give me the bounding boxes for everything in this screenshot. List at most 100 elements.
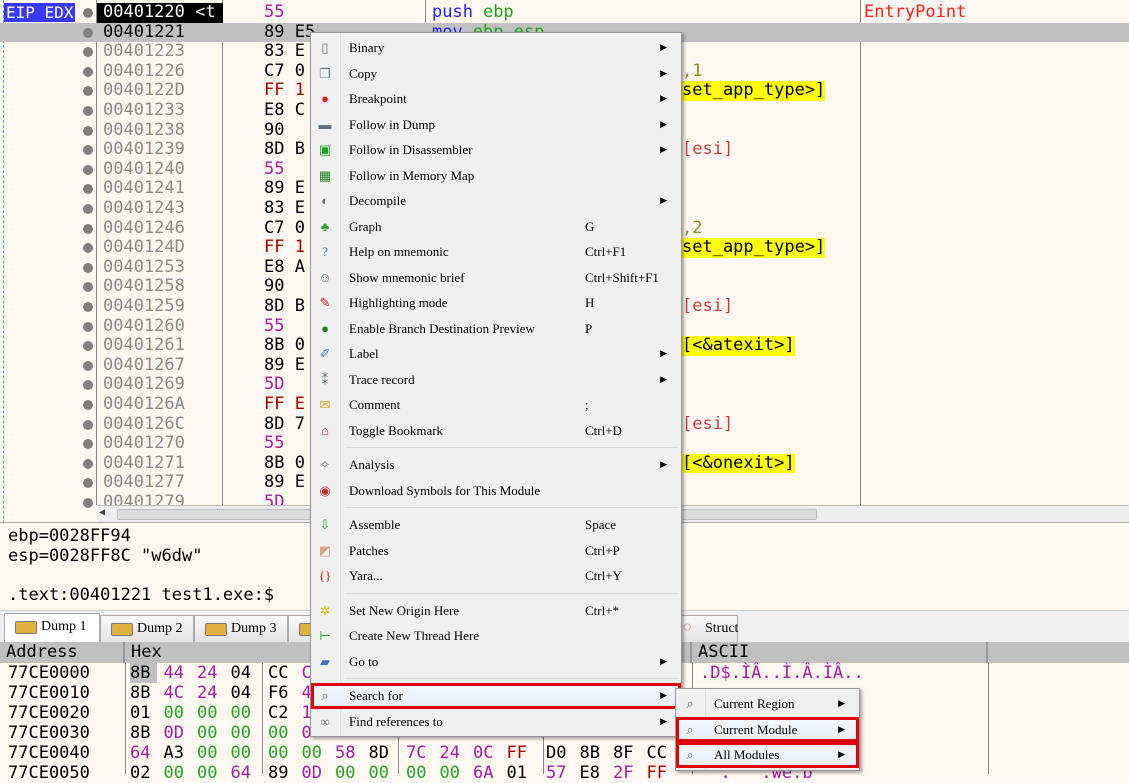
- disasm-row[interactable]: 00401220 <t 55 push ebp EntryPoint: [0, 2, 1129, 23]
- menu-item-search-for[interactable]: ⌕ Search for ▶: [311, 683, 681, 709]
- tab-dump-3[interactable]: Dump 3: [194, 615, 288, 643]
- dump-row[interactable]: 77CE0050 02 00 00 64 89 0D 00 00 00 00 6A 01 57 E8 2F FF…: [0, 763, 1129, 783]
- breakpoint-dot-icon[interactable]: [83, 204, 93, 214]
- hex-byte[interactable]: 00: [231, 703, 258, 723]
- hex-byte[interactable]: 2F: [613, 763, 640, 783]
- menu-item-breakpoint[interactable]: ● Breakpoint ▶: [311, 86, 681, 112]
- breakpoint-dot-icon[interactable]: [83, 380, 93, 391]
- breakpoint-dot-icon[interactable]: [83, 360, 93, 371]
- hex-byte[interactable]: 7C: [406, 743, 433, 763]
- menu-item-set-new-origin-here[interactable]: ✲ Set New Origin Here Ctrl+*: [311, 598, 681, 624]
- hex-byte[interactable]: 00: [268, 743, 295, 763]
- menu-item-analysis[interactable]: ✧ Analysis ▶: [311, 452, 681, 478]
- menu-item-find-references-to[interactable]: ∞ Find references to ▶: [311, 709, 681, 735]
- menu-item-highlighting-mode[interactable]: ✎ Highlighting mode H: [311, 290, 681, 316]
- menu-item-yara[interactable]: {} Yara... Ctrl+Y: [311, 563, 681, 589]
- menu-item-toggle-bookmark[interactable]: ⌂ Toggle Bookmark Ctrl+D: [311, 418, 681, 444]
- hex-byte[interactable]: A3: [164, 743, 191, 763]
- menu-item-go-to[interactable]: ▰ Go to ▶: [311, 649, 681, 675]
- hex-byte[interactable]: 01: [130, 703, 157, 723]
- hex-byte[interactable]: 0D: [164, 723, 191, 743]
- hex-byte[interactable]: 00: [440, 763, 467, 783]
- hex-byte[interactable]: 8F: [613, 743, 640, 763]
- scroll-left-icon[interactable]: ◀: [99, 507, 105, 518]
- hex-byte[interactable]: 64: [231, 763, 258, 783]
- breakpoint-dot-icon[interactable]: [83, 282, 93, 293]
- breakpoint-dot-icon[interactable]: [83, 439, 93, 450]
- hex-byte[interactable]: 00: [406, 763, 433, 783]
- menu-item-patches[interactable]: ◩ Patches Ctrl+P: [311, 538, 681, 564]
- hex-byte[interactable]: 4C: [164, 683, 191, 703]
- breakpoint-dot-icon[interactable]: [83, 302, 93, 312]
- hex-byte[interactable]: 00: [197, 703, 224, 723]
- breakpoint-dot-icon[interactable]: [83, 86, 93, 97]
- breakpoint-dot-icon[interactable]: [83, 27, 93, 38]
- tab-dump-2[interactable]: Dump 2: [100, 615, 194, 643]
- menu-item-follow-in-memory-map[interactable]: ▦ Follow in Memory Map: [311, 163, 681, 189]
- header-ascii[interactable]: ASCII: [692, 642, 988, 663]
- menu-item-current-module[interactable]: ⌕ Current Module ▶: [676, 716, 859, 742]
- hex-byte[interactable]: 00: [164, 703, 191, 723]
- breakpoint-dot-icon[interactable]: [83, 47, 93, 58]
- menu-item-graph[interactable]: ♣ Graph G: [311, 214, 681, 240]
- menu-item-current-region[interactable]: ⌕ Current Region ▶: [676, 691, 859, 717]
- hex-byte[interactable]: 00: [197, 723, 224, 743]
- dump-row[interactable]: 77CE0040 64 A3 00 00 00 00 58 8D 7C 24 0C FF D0 8B 8F CC…: [0, 743, 1129, 763]
- hex-byte[interactable]: 8B: [130, 683, 157, 703]
- hex-byte[interactable]: 00: [197, 763, 224, 783]
- hex-byte[interactable]: 00: [164, 763, 191, 783]
- hex-byte[interactable]: 44: [164, 663, 191, 683]
- menu-item-trace-record[interactable]: ⁑ Trace record ▶: [311, 367, 681, 393]
- hex-byte[interactable]: 24: [440, 743, 467, 763]
- hex-byte[interactable]: 8D: [369, 743, 396, 763]
- hex-byte[interactable]: 0D: [302, 763, 329, 783]
- hex-byte[interactable]: E8: [580, 763, 607, 783]
- menu-item-create-new-thread-here[interactable]: ⊢ Create New Thread Here: [311, 623, 681, 649]
- breakpoint-dot-icon[interactable]: [83, 458, 93, 469]
- menu-item-binary[interactable]: ▯ Binary ▶: [311, 35, 681, 61]
- hex-byte[interactable]: 00: [369, 763, 396, 783]
- breakpoint-dot-icon[interactable]: [83, 125, 93, 136]
- hex-byte[interactable]: 00: [231, 743, 258, 763]
- header-address[interactable]: Address: [0, 642, 125, 663]
- breakpoint-dot-icon[interactable]: [83, 66, 93, 77]
- hex-byte[interactable]: D0: [546, 743, 573, 763]
- breakpoint-dot-icon[interactable]: [83, 419, 93, 430]
- breakpoint-dot-icon[interactable]: [83, 498, 93, 508]
- menu-item-assemble[interactable]: ⇩ Assemble Space: [311, 512, 681, 538]
- hex-byte[interactable]: 57: [546, 763, 573, 783]
- hex-byte[interactable]: 89: [268, 763, 295, 783]
- hex-byte[interactable]: 24: [197, 683, 224, 703]
- hex-byte[interactable]: 00: [302, 743, 329, 763]
- breakpoint-dot-icon[interactable]: [83, 400, 93, 410]
- hex-byte[interactable]: 00: [335, 763, 362, 783]
- hex-byte[interactable]: 00: [268, 723, 295, 743]
- hex-byte[interactable]: 64: [130, 743, 157, 763]
- hex-byte[interactable]: 8B: [130, 723, 157, 743]
- breakpoint-dot-icon[interactable]: [83, 184, 93, 195]
- breakpoint-dot-icon[interactable]: [83, 321, 93, 332]
- menu-item-help-on-mnemonic[interactable]: ? Help on mnemonic Ctrl+F1: [311, 239, 681, 265]
- breakpoint-dot-icon[interactable]: [83, 164, 93, 175]
- menu-item-follow-in-disassembler[interactable]: ▣ Follow in Disassembler ▶: [311, 137, 681, 163]
- hex-byte[interactable]: 6A: [473, 763, 500, 783]
- breakpoint-dot-icon[interactable]: [83, 8, 93, 18]
- hex-byte[interactable]: C2: [268, 703, 295, 723]
- hex-byte[interactable]: 04: [231, 683, 258, 703]
- menu-item-decompile[interactable]: ◐ Decompile ▶: [311, 188, 681, 214]
- menu-item-all-modules[interactable]: ⌕ All Modules ▶: [676, 742, 859, 768]
- menu-item-follow-in-dump[interactable]: ▬ Follow in Dump ▶: [311, 112, 681, 138]
- hex-byte[interactable]: 00: [231, 723, 258, 743]
- hex-byte[interactable]: CC: [647, 743, 674, 763]
- menu-item-label[interactable]: ✐ Label ▶: [311, 341, 681, 367]
- menu-item-copy[interactable]: ❐ Copy ▶: [311, 61, 681, 87]
- breakpoint-dot-icon[interactable]: [83, 106, 93, 116]
- breakpoint-dot-icon[interactable]: [83, 341, 93, 352]
- hex-byte[interactable]: CC: [268, 663, 295, 683]
- menu-item-show-mnemonic-brief[interactable]: ☺ Show mnemonic brief Ctrl+Shift+F1: [311, 265, 681, 291]
- hex-byte[interactable]: 58: [335, 743, 362, 763]
- menu-item-comment[interactable]: ✉ Comment;: [311, 392, 681, 418]
- tab-dump-1[interactable]: Dump 1: [4, 613, 100, 643]
- hex-byte[interactable]: FF: [507, 743, 534, 763]
- hex-byte[interactable]: 00: [197, 743, 224, 763]
